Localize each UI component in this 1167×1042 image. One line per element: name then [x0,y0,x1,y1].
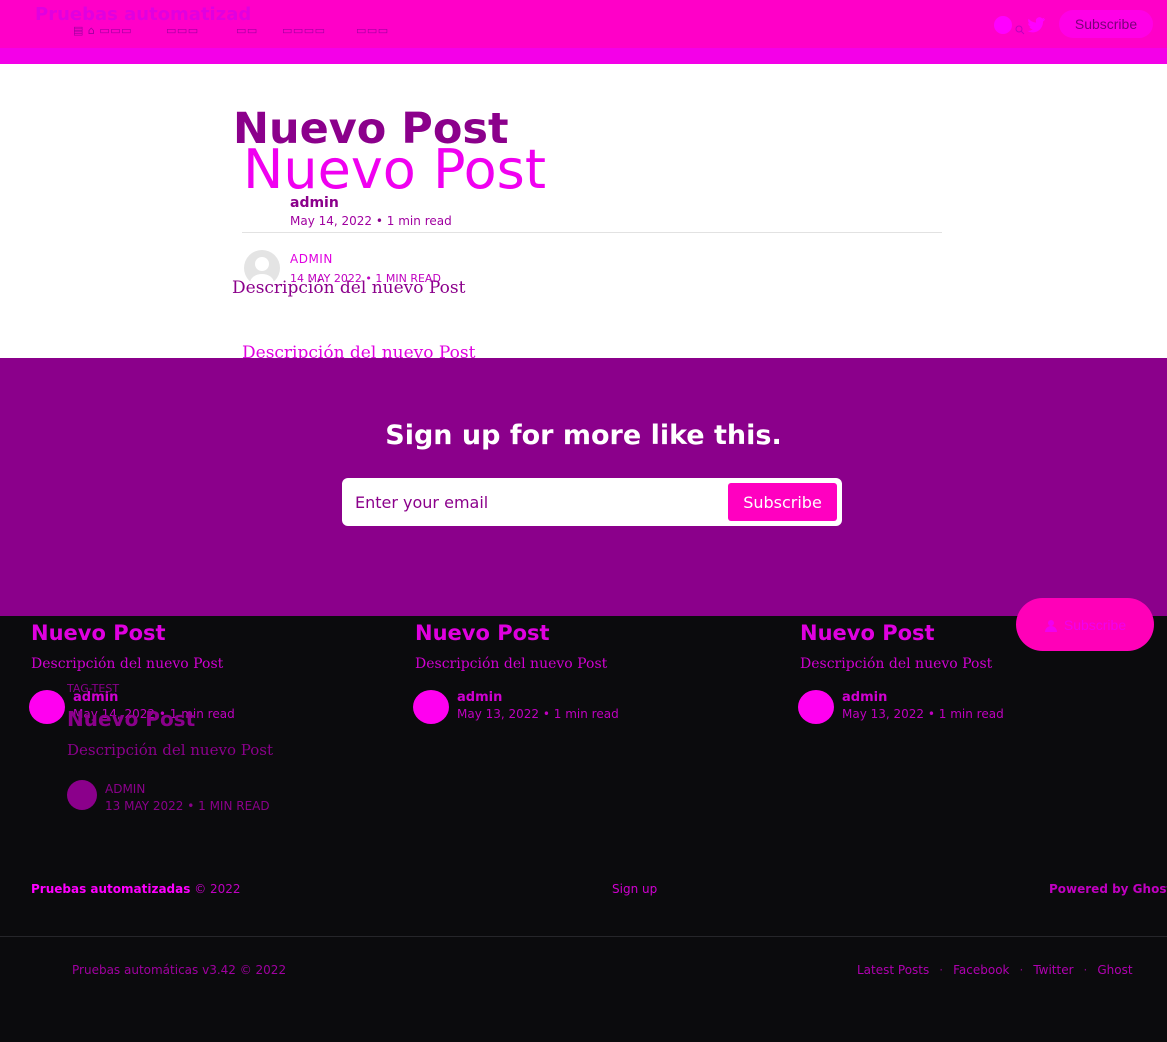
card-meta: May 13, 2022 • 1 min read [842,707,1004,721]
meta-separator: • [183,799,199,813]
footer-powered-link[interactable]: Powered by Ghost [1049,882,1167,896]
footer-links: Latest Posts · Facebook · Twitter · Ghost [857,963,1133,977]
card-read-time: 1 MIN READ [198,799,270,813]
footer-link-ghost[interactable]: Ghost [1097,963,1132,977]
card-meta-ghost: 13 MAY 2022 • 1 MIN READ [105,799,270,813]
author-name-caps[interactable]: ADMIN [290,252,333,266]
nav-item-ghost[interactable]: ▭▭ [236,24,258,37]
avatar[interactable] [413,690,449,724]
email-input[interactable] [355,486,715,518]
portal-button-label: Subscribe [1063,616,1127,633]
header-subscribe-button[interactable]: Subscribe [1059,10,1153,38]
article-header-area [0,64,1167,358]
card-date: 13 MAY 2022 [105,799,184,813]
footer-link-facebook[interactable]: Facebook [953,963,1009,977]
tag-label[interactable]: TAG-TEST [67,682,119,695]
card-author[interactable]: admin [457,690,502,705]
nav-item-ghost[interactable]: ▭▭▭▭ [282,24,326,37]
meta-separator: • [375,214,387,228]
footer-link-latest-posts[interactable]: Latest Posts [857,963,929,977]
divider [242,232,942,233]
nav-item-home-ghost[interactable]: ▤ ⌂ ▭▭▭ [73,24,132,37]
footer-site-link[interactable]: Pruebas automatizadas [31,882,190,896]
footer-secondary-copyright: Pruebas automáticas v3.42 © 2022 [72,963,287,977]
site-title[interactable]: Pruebas automatizad [35,4,251,25]
read-time: 1 min read [386,214,452,228]
card-excerpt[interactable]: Descripción del nuevo Post [415,656,607,672]
card-title[interactable]: Nuevo Post [800,621,935,645]
avatar[interactable] [29,690,65,724]
nav-item-ghost[interactable]: ▭▭▭ [166,24,199,37]
search-icon[interactable] [1015,25,1025,35]
nav-item-ghost[interactable]: ▭▭▭ [356,24,389,37]
signup-subscribe-button[interactable]: Subscribe [728,483,837,521]
signup-title: Sign up for more like this. [385,420,782,451]
card-title[interactable]: Nuevo Post [415,621,550,645]
portal-subscribe-button[interactable]: Subscribe [1016,598,1154,651]
footer-signup-link[interactable]: Sign up [612,882,657,896]
signup-form: Subscribe [342,478,842,526]
footer-link-twitter[interactable]: Twitter [1033,963,1073,977]
twitter-icon[interactable] [1026,15,1046,35]
card-title[interactable]: Nuevo Post [31,621,166,645]
card-read-time: 1 min read [553,707,619,721]
card-excerpt[interactable]: Descripción del nuevo Post [31,656,223,672]
footer-divider [0,936,1167,937]
card-excerpt[interactable]: Descripción del nuevo Post [800,656,992,672]
card-title-ghost[interactable]: Nuevo Post [67,707,195,731]
link-separator: · [1019,963,1024,977]
card-excerpt-ghost[interactable]: Descripción del nuevo Post [67,741,273,759]
user-icon [1044,619,1057,632]
link-separator: · [1083,963,1088,977]
meta-separator: • [924,707,939,721]
post-date: May 14, 2022 [290,214,373,228]
facebook-icon[interactable] [993,15,1013,35]
footer-copyright: Pruebas automatizadas © 2022 [31,882,241,896]
card-read-time: 1 min read [938,707,1004,721]
card-date: May 13, 2022 [842,707,925,721]
footer-copyright-year: © 2022 [190,882,241,896]
byline-author[interactable]: admin [290,195,339,211]
card-author-ghost[interactable]: ADMIN [105,782,145,796]
link-separator: · [939,963,944,977]
header-strip [0,48,1167,64]
byline-meta: May 14, 2022 • 1 min read [290,214,452,228]
card-meta: May 13, 2022 • 1 min read [457,707,619,721]
card-author[interactable]: admin [842,690,887,705]
post-excerpt: Descripción del nuevo Post [232,278,466,298]
avatar[interactable] [798,690,834,724]
avatar[interactable] [67,780,97,810]
post-title-ghost: Nuevo Post [243,138,546,201]
card-date: May 13, 2022 [457,707,540,721]
meta-separator: • [539,707,554,721]
